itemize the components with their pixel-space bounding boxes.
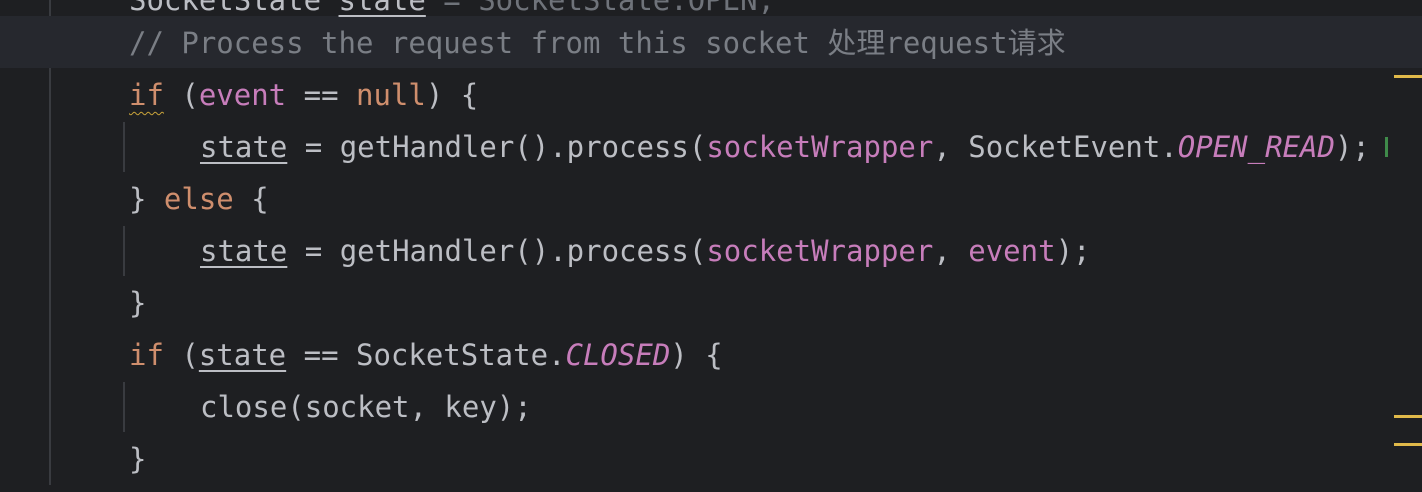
code-token: state [200,234,288,268]
code-token: } [129,182,164,216]
code-token: == SocketState. [286,338,566,372]
code-token: // Process the request from this socket … [129,26,1066,60]
code-line[interactable]: state = getHandler().process(socketWrapp… [200,225,1090,277]
code-token: } [129,442,147,476]
code-line[interactable]: } [129,433,146,485]
code-token: socketWrapper [706,130,934,164]
text-caret [1385,137,1388,157]
code-token: ) { [425,78,479,112]
code-line[interactable]: // Process the request from this socket … [129,17,1066,69]
code-token: null [356,78,426,112]
code-token: ( [163,338,199,372]
error-stripe-marker[interactable] [1394,415,1422,418]
code-token: , SocketEvent. [933,130,1178,164]
code-token: socketWrapper [706,234,934,268]
code-token: = SocketState.OPEN; [425,0,776,17]
code-token: ); [1055,234,1091,268]
indent-guide [123,382,125,432]
code-line[interactable]: if (event == null) { [129,69,478,121]
code-token: state [198,338,287,372]
code-token: event [968,234,1056,268]
code-token: if [129,338,164,372]
indent-guide [123,226,125,276]
code-token: ) { [670,338,723,372]
code-token: = getHandler().process( [287,234,707,268]
error-stripe-marker[interactable] [1394,443,1422,446]
indent-guide [123,122,125,172]
code-token: close(socket, key); [200,390,532,424]
code-token: SocketState [129,0,339,17]
code-token: } [129,286,147,320]
code-token: if [129,78,164,112]
code-token: else [163,182,234,216]
code-token: state [200,130,288,164]
code-token: , [933,234,969,268]
code-token: { [233,182,269,216]
code-editor[interactable]: SocketState state = SocketState.OPEN; //… [0,0,1422,492]
code-token: ( [163,78,199,112]
code-token: CLOSED [565,338,671,372]
code-token: ); [1334,130,1370,164]
code-token: OPEN_READ [1177,130,1335,164]
code-token: = getHandler().process( [287,130,707,164]
code-token: == [286,78,356,112]
code-line[interactable]: if (state == SocketState.CLOSED) { [129,329,723,381]
gutter-separator [49,0,51,485]
code-token: event [198,78,287,112]
code-line[interactable]: close(socket, key); [200,381,532,433]
code-token: state [338,0,426,17]
code-line[interactable]: state = getHandler().process(socketWrapp… [200,121,1370,173]
code-line[interactable]: } else { [129,173,269,225]
code-line[interactable]: } [129,277,146,329]
error-stripe-marker[interactable] [1394,75,1422,78]
